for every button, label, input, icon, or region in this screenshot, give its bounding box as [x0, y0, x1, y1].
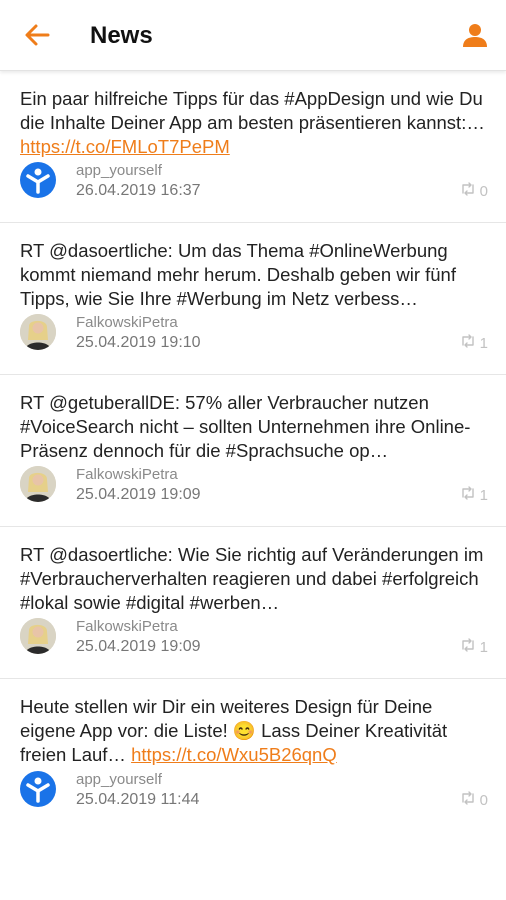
post-date: 25.04.2019 19:10 — [76, 334, 201, 351]
post-body: Ein paar hilfreiche Tipps für das #AppDe… — [20, 88, 485, 133]
retweet-icon — [460, 182, 476, 200]
person-avatar — [20, 618, 56, 654]
news-item[interactable]: Ein paar hilfreiche Tipps für das #AppDe… — [0, 71, 506, 223]
post-date: 25.04.2019 19:09 — [76, 486, 201, 503]
post-text: Heute stellen wir Dir ein weiteres Desig… — [20, 695, 486, 767]
retweet-count: 1 — [460, 486, 488, 504]
user-profile-icon[interactable] — [462, 22, 488, 48]
page-title: News — [90, 22, 153, 49]
person-avatar — [20, 314, 56, 350]
back-arrow-icon[interactable] — [22, 20, 52, 50]
post-author: FalkowskiPetra — [76, 314, 178, 331]
retweet-icon — [460, 486, 476, 504]
retweet-number: 0 — [479, 182, 488, 200]
post-body: RT @dasoertliche: Wie Sie richtig auf Ve… — [20, 544, 484, 613]
post-text: RT @getuberallDE: 57% aller Verbraucher … — [20, 391, 486, 463]
post-text: RT @dasoertliche: Wie Sie richtig auf Ve… — [20, 543, 486, 615]
post-date: 25.04.2019 11:44 — [76, 791, 200, 808]
retweet-icon — [460, 638, 476, 656]
post-date: 26.04.2019 16:37 — [76, 182, 201, 199]
post-author: app_yourself — [76, 162, 162, 179]
retweet-number: 1 — [479, 638, 488, 656]
retweet-icon — [460, 791, 476, 809]
post-meta: FalkowskiPetra 25.04.2019 19:10 1 — [20, 314, 488, 354]
post-author: FalkowskiPetra — [76, 466, 178, 483]
retweet-icon — [460, 334, 476, 352]
news-feed: Ein paar hilfreiche Tipps für das #AppDe… — [0, 71, 506, 831]
post-meta: FalkowskiPetra 25.04.2019 19:09 1 — [20, 618, 488, 658]
retweet-count: 1 — [460, 638, 488, 656]
retweet-number: 1 — [479, 486, 488, 504]
post-meta: FalkowskiPetra 25.04.2019 19:09 1 — [20, 466, 488, 506]
news-item[interactable]: Heute stellen wir Dir ein weiteres Desig… — [0, 679, 506, 831]
person-avatar — [20, 466, 56, 502]
post-body: RT @getuberallDE: 57% aller Verbraucher … — [20, 392, 471, 461]
retweet-number: 1 — [479, 334, 488, 352]
post-link[interactable]: https://t.co/FMLoT7PePM — [20, 136, 230, 157]
post-author: app_yourself — [76, 771, 162, 788]
retweet-number: 0 — [479, 791, 488, 809]
post-text: RT @dasoertliche: Um das Thema #OnlineWe… — [20, 239, 486, 311]
news-item[interactable]: RT @getuberallDE: 57% aller Verbraucher … — [0, 375, 506, 527]
news-item[interactable]: RT @dasoertliche: Um das Thema #OnlineWe… — [0, 223, 506, 375]
post-date: 25.04.2019 19:09 — [76, 638, 201, 655]
post-author: FalkowskiPetra — [76, 618, 178, 635]
post-meta: app_yourself 26.04.2019 16:37 0 — [20, 162, 488, 202]
app-header: News — [0, 0, 506, 71]
retweet-count: 0 — [460, 791, 488, 809]
post-text: Ein paar hilfreiche Tipps für das #AppDe… — [20, 87, 486, 159]
post-link[interactable]: https://t.co/Wxu5B26qnQ — [131, 744, 337, 765]
post-meta: app_yourself 25.04.2019 11:44 0 — [20, 771, 488, 811]
news-item[interactable]: RT @dasoertliche: Wie Sie richtig auf Ve… — [0, 527, 506, 679]
retweet-count: 0 — [460, 182, 488, 200]
app-logo-avatar — [20, 771, 56, 807]
retweet-count: 1 — [460, 334, 488, 352]
post-body: RT @dasoertliche: Um das Thema #OnlineWe… — [20, 240, 456, 309]
app-logo-avatar — [20, 162, 56, 198]
